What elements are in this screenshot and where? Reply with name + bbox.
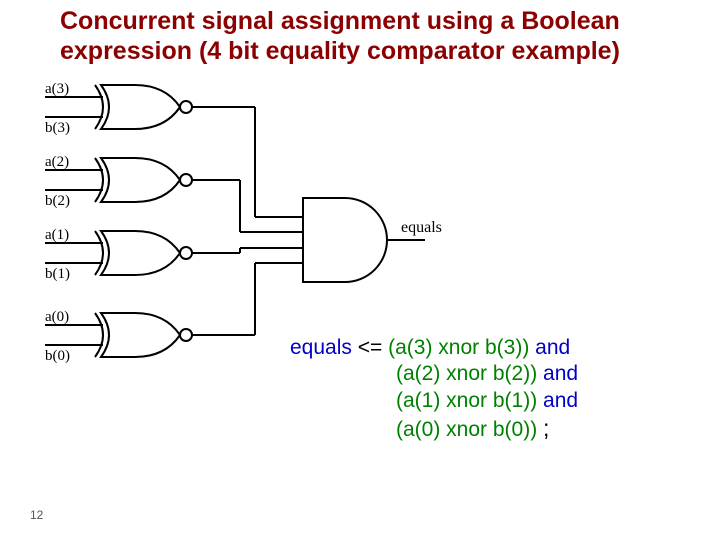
- code-signal: equals: [290, 336, 352, 359]
- label-equals: equals: [401, 219, 442, 236]
- page-number: 12: [30, 508, 43, 522]
- label-a1: a(1): [45, 227, 69, 243]
- code-expr-3: (a(1) xnor b(1)): [396, 389, 537, 412]
- and-gate: equals: [303, 198, 442, 282]
- label-b2: b(2): [45, 193, 70, 209]
- code-semicolon: ;: [543, 415, 549, 441]
- label-a0: a(0): [45, 309, 69, 325]
- code-expr-1: (a(3) xnor b(3)): [388, 336, 529, 359]
- label-a3: a(3): [45, 81, 69, 97]
- label-b1: b(1): [45, 266, 70, 282]
- title-line-2: expression (4 bit equality comparator ex…: [60, 37, 620, 65]
- label-b0: b(0): [45, 348, 70, 364]
- vhdl-code: equals <= (a(3) xnor b(3)) and (a(2) xno…: [290, 335, 578, 443]
- code-expr-4: (a(0) xnor b(0)): [396, 418, 537, 441]
- xnor-gate-2: [95, 158, 192, 202]
- xnor-gate-0: [95, 313, 192, 357]
- code-and-2: and: [543, 362, 578, 385]
- xnor-gate-3: [95, 85, 192, 129]
- label-a2: a(2): [45, 154, 69, 170]
- code-expr-2: (a(2) xnor b(2)): [396, 362, 537, 385]
- code-and-1: and: [535, 336, 570, 359]
- code-assign-op: <=: [358, 336, 383, 359]
- xnor-gate-1: [95, 231, 192, 275]
- code-and-3: and: [543, 389, 578, 412]
- title-line-1: Concurrent signal assignment using a Boo…: [60, 7, 620, 35]
- label-b3: b(3): [45, 120, 70, 136]
